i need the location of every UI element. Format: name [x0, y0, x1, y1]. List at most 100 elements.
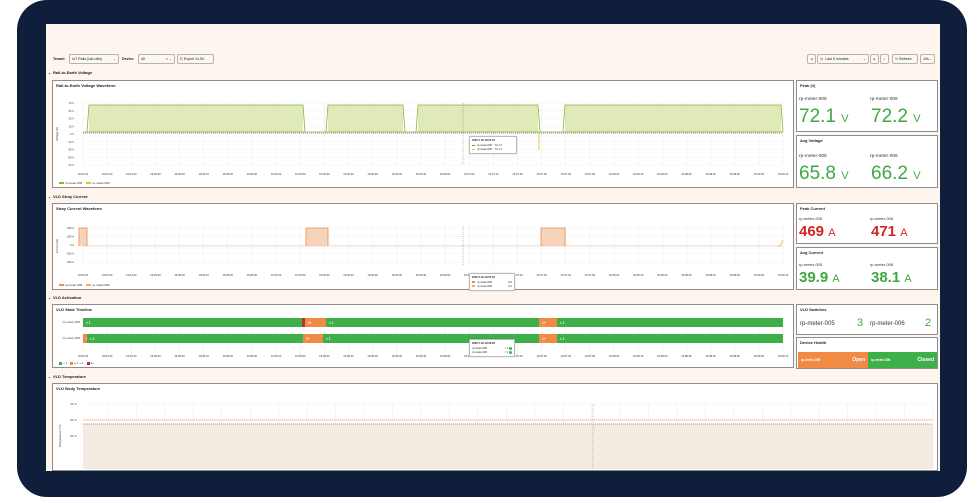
vld-body-temperature-panel: VLD Body Temperature 40 °C 30 °C 30 °C Temp… [52, 383, 938, 471]
x-tick-label: 19:07:00 [464, 172, 475, 176]
row-label: rp-meter-005 [63, 320, 81, 324]
device-value: All [141, 57, 145, 61]
x-tick-label: 19:07:40 [561, 354, 572, 358]
x-tick-label: 19:06:20 [367, 354, 378, 358]
stat-value: 39.9 A [799, 269, 840, 286]
stat-label: rp-meter-006 [870, 262, 894, 267]
voltage-area [565, 105, 781, 132]
device-select[interactable]: All × ⌄ [138, 54, 175, 64]
section-temperature[interactable]: ⌄ VLD Temperature [48, 374, 86, 379]
temperature-chart[interactable]: 40 °C 30 °C 30 °C Temperature (°C) [53, 384, 939, 471]
refresh-interval-select[interactable]: 10s ⌄ [920, 54, 935, 64]
section-title: VLD Stray Current [52, 194, 88, 199]
x-tick-label: 19:08:30 [681, 354, 692, 358]
zoom-out-icon: ⌕ [883, 57, 886, 61]
x-tick-label: 19:06:10 [343, 354, 354, 358]
legend-item[interactable]: 2+ [86, 361, 94, 365]
x-tick-label: 19:08:00 [609, 273, 620, 277]
stat-label: rp-meter-006 [870, 216, 894, 221]
x-tick-label: 19:09:10 [778, 273, 789, 277]
chevron-right-icon: ▸ [873, 57, 876, 61]
tenant-label: Tenant [53, 57, 65, 61]
legend-item[interactable]: rp-meter-005 [59, 283, 82, 287]
tooltip-time: 2026-7-22 19:06:00 [472, 342, 495, 345]
legend-item[interactable]: < 1 [59, 361, 67, 365]
state-timeline-chart[interactable]: 19:04:20 19:04:30 19:04:40 19:04:50 19:05:00… [53, 305, 795, 369]
tooltip-row: rp-meter-006 0 A [472, 285, 512, 288]
state-segment [87, 334, 303, 343]
y-tick-label: -70 V [68, 163, 75, 167]
state-segment [557, 318, 783, 327]
x-tick-label: 19:05:00 [174, 273, 185, 277]
stat-value: 471 A [871, 223, 908, 240]
x-tick-label: 19:04:40 [126, 172, 137, 176]
device-health-stat: Device Health rp-meter-005 Open rp-meter… [796, 337, 938, 369]
section-rail-to-earth[interactable]: ⌄ Rail-to-Earth Voltage [48, 70, 92, 75]
chevron-left-icon: ◂ [810, 57, 813, 61]
legend-item[interactable]: ≥ 1 + 1 [70, 361, 84, 365]
x-tick-label: 19:06:00 [319, 172, 330, 176]
tooltip-time: 2026-7-22 19:07:04 [472, 276, 495, 279]
chevron-down-icon: ⌄ [48, 194, 51, 199]
export-icon: ⎘ [180, 57, 183, 61]
zoom-out-button[interactable]: ⌕ [880, 54, 889, 64]
stat-label: rp-meter-006 [870, 154, 898, 159]
x-tick-label: 19:07:50 [585, 172, 596, 176]
y-axis-label: Temperature (°C) [58, 424, 62, 447]
voltage-area [328, 105, 403, 132]
state-segment-label: < 1 [326, 337, 331, 341]
time-back-button[interactable]: ◂ [807, 54, 816, 64]
state-segment [557, 334, 783, 343]
x-tick-label: 19:08:40 [705, 273, 716, 277]
x-tick-label: 19:05:50 [295, 172, 306, 176]
panel-title: Avg Current [800, 250, 823, 255]
x-tick-label: 19:06:50 [440, 172, 451, 176]
section-title: VLD Temperature [52, 374, 86, 379]
x-tick-label: 19:07:30 [536, 273, 547, 277]
legend-item[interactable]: rp-meter-005 [59, 181, 82, 185]
stat-value: 65.8 V [799, 163, 849, 184]
section-stray-current[interactable]: ⌄ VLD Stray Current [48, 194, 88, 199]
stat-value: 38.1 A [871, 269, 912, 286]
stray-legend: rp-meter-005 rp-meter-006 [59, 283, 110, 287]
stray-current-panel: Stray Current Waveform 19:04:20 19:04:30 1… [52, 203, 795, 291]
time-forward-button[interactable]: ▸ [870, 54, 879, 64]
chevron-down-icon: ⌄ [928, 57, 932, 61]
time-range-picker[interactable]: ◷ Last 5 minutes ⌄ [817, 54, 869, 64]
state-segment-label: < 1 [86, 321, 91, 325]
chevron-down-icon: ⌄ [862, 57, 866, 61]
y-tick-label: -30 V [68, 148, 75, 152]
legend-item[interactable]: rp-meter-006 [86, 283, 110, 287]
section-activation[interactable]: ⌄ VLD Activation [48, 295, 81, 300]
tenant-select[interactable]: IoT Rails (rail-rails) ⌄ [69, 54, 119, 64]
export-xlsx-button[interactable]: ⎘ Export XLSX [177, 54, 214, 64]
voltage-area [418, 105, 538, 132]
voltage-chart[interactable]: 19:04:20 19:04:30 19:04:40 19:04:50 19:05:00… [53, 81, 795, 189]
x-tick-label: 19:08:50 [729, 354, 740, 358]
row-label: rp-meter-006 [63, 336, 81, 340]
x-tick-label: 19:07:30 [536, 172, 547, 176]
clear-icon[interactable]: × ⌄ [166, 57, 172, 61]
x-tick-label: 19:09:10 [778, 354, 789, 358]
x-tick-label: 19:05:30 [247, 354, 258, 358]
x-tick-label: 19:08:50 [729, 172, 740, 176]
x-tick-label: 19:04:40 [126, 273, 137, 277]
state-segment-label: < 1 [90, 337, 95, 341]
x-tick-label: 19:09:00 [754, 354, 765, 358]
y-tick-label: -50 V [68, 155, 75, 159]
legend-item[interactable]: rp-meter-006 [86, 181, 110, 185]
y-tick-label: 10 V [68, 124, 74, 128]
dashboard-screen: Tenant IoT Rails (rail-rails) ⌄ Device A… [46, 24, 940, 471]
refresh-button[interactable]: ↻ Refresh [892, 54, 918, 64]
chevron-down-icon: ⌄ [112, 57, 116, 61]
x-tick-label: 19:08:40 [705, 172, 716, 176]
x-tick-label: 19:07:20 [512, 172, 523, 176]
x-tick-label: 19:08:20 [657, 354, 668, 358]
x-tick-label: 19:06:10 [343, 172, 354, 176]
stat-value: 3 [857, 317, 864, 329]
stray-current-chart[interactable]: 19:04:20 19:04:30 19:04:40 19:04:50 19:05:00… [53, 204, 795, 291]
current-area [79, 228, 87, 246]
y-tick-label: -200 A [66, 252, 74, 256]
y-axis-label: Voltage (V) [55, 127, 59, 141]
x-tick-label: 19:07:30 [536, 354, 547, 358]
